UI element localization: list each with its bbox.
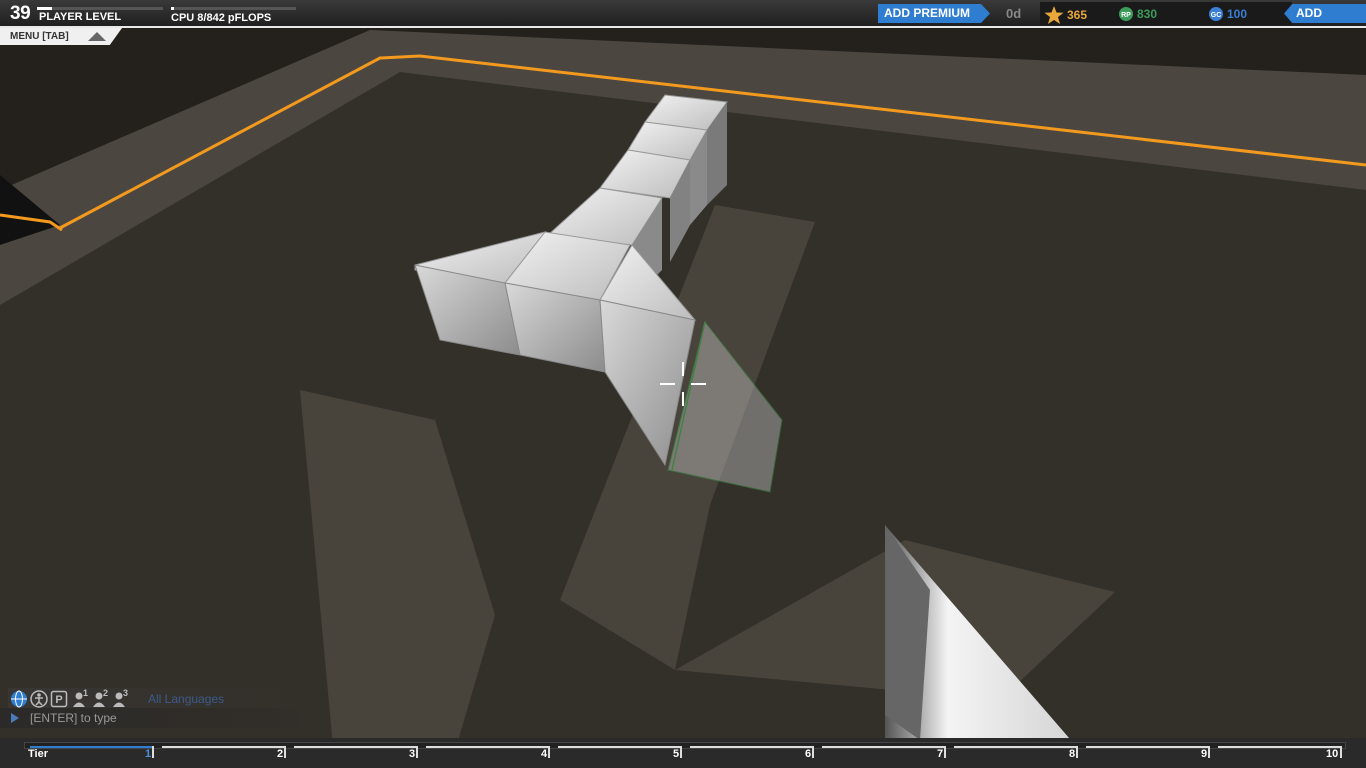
tier-bar: Tier 1 2 3 4 5 6 7 8 9 10	[0, 738, 1366, 768]
tier-number: 10	[1326, 748, 1339, 760]
star-icon	[1044, 6, 1064, 24]
tier-number: 7	[937, 748, 944, 760]
tier-tick	[1076, 746, 1078, 758]
game-viewport[interactable]	[0, 0, 1366, 768]
chat-input[interactable]: [ENTER] to type	[0, 708, 300, 728]
currency-rp: RP 830	[1118, 6, 1157, 22]
menu-label: MENU [TAB]	[10, 31, 69, 42]
tier-segment	[954, 746, 1076, 748]
premium-days: 0d	[1006, 6, 1022, 21]
tier-number: 8	[1069, 748, 1076, 760]
stars-value: 365	[1067, 8, 1088, 22]
tier-number: 2	[277, 748, 284, 760]
chat-arrow-icon	[11, 713, 19, 723]
tier-segment	[558, 746, 680, 748]
tier-number: 6	[805, 748, 812, 760]
svg-text:RP: RP	[1121, 12, 1131, 19]
chevron-up-icon	[88, 32, 106, 41]
tier-segment	[162, 746, 284, 748]
tier-number: 1	[145, 748, 152, 760]
tier-segment	[294, 746, 416, 748]
player-level-progress	[37, 7, 163, 10]
add-premium-button[interactable]: ADD PREMIUM	[878, 4, 990, 23]
user-3-number: 3	[123, 688, 129, 698]
tier-segment	[30, 746, 152, 748]
tier-number: 4	[541, 748, 548, 760]
tier-tick	[1208, 746, 1210, 758]
tier-number: 9	[1201, 748, 1208, 760]
tier-tick	[944, 746, 946, 758]
currency-gc: GC 100	[1208, 6, 1247, 22]
user-1-number: 1	[83, 688, 89, 698]
tier-tick	[680, 746, 682, 758]
tier-segment	[1218, 746, 1340, 748]
tier-tick	[416, 746, 418, 758]
chat-language[interactable]: All Languages	[148, 692, 224, 706]
menu-tab[interactable]: MENU [TAB]	[0, 28, 122, 45]
currency-panel: 365 RP 830 GC 100	[1040, 2, 1292, 25]
tier-segment	[426, 746, 548, 748]
currency-stars: 365	[1044, 6, 1087, 24]
user-2-number: 2	[103, 688, 109, 698]
chat-channel-bar: P 1 2 3 All Languages	[8, 688, 298, 708]
tier-segment	[690, 746, 812, 748]
player-level-label: PLAYER LEVEL	[39, 11, 122, 23]
rp-icon: RP	[1118, 6, 1134, 22]
cpu-progress	[171, 7, 296, 10]
tier-tick	[812, 746, 814, 758]
gc-value: 100	[1227, 7, 1248, 21]
tier-label: Tier	[28, 748, 48, 760]
svg-text:GC: GC	[1211, 12, 1222, 19]
player-level-number: 39	[10, 3, 31, 24]
tier-segment	[1086, 746, 1208, 748]
gc-icon: GC	[1208, 6, 1224, 22]
tier-tick	[1340, 746, 1342, 758]
add-funds-button[interactable]: ADD FUNDS	[1284, 4, 1366, 23]
rp-value: 830	[1137, 7, 1158, 21]
tier-number: 3	[409, 748, 416, 760]
tier-tick	[152, 746, 154, 758]
tier-tick	[548, 746, 550, 758]
cpu-label: CPU 8/842 pFLOPS	[171, 12, 272, 24]
top-hud: 39 PLAYER LEVEL CPU 8/842 pFLOPS ADD PRE…	[0, 0, 1366, 28]
svg-text:P: P	[55, 694, 62, 706]
tier-number: 5	[673, 748, 680, 760]
tier-segment	[822, 746, 944, 748]
chat-placeholder: [ENTER] to type	[30, 711, 117, 725]
tier-tick	[284, 746, 286, 758]
